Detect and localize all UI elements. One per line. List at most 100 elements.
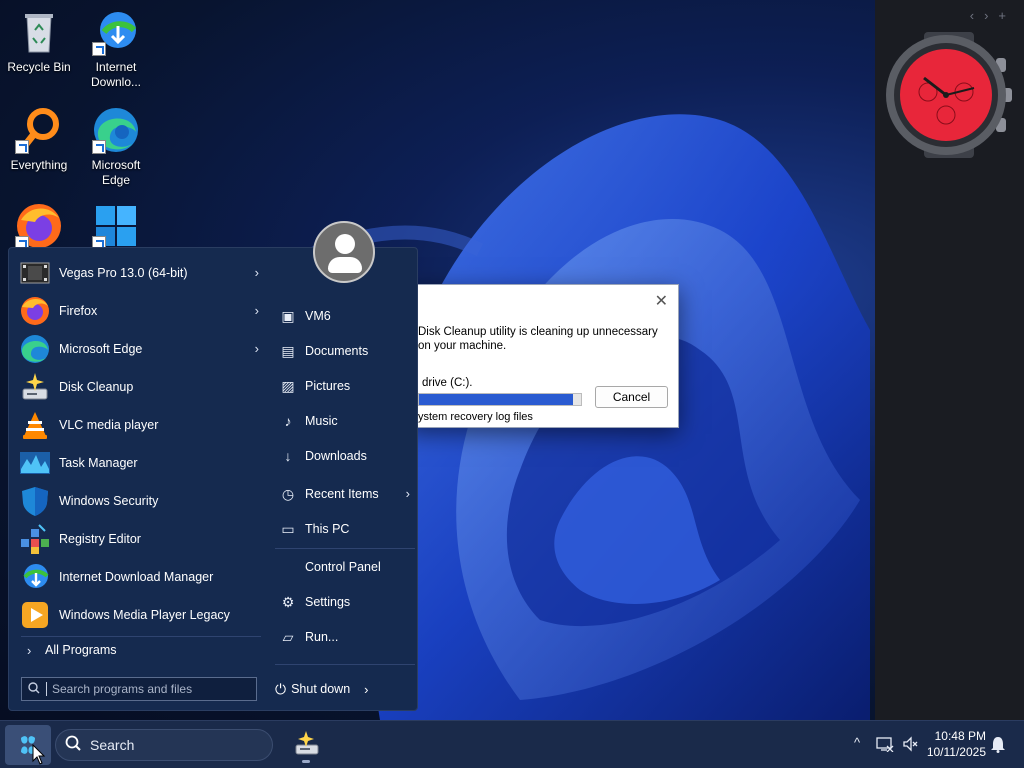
place-item-this-pc[interactable]: ▭ This PC bbox=[269, 514, 414, 544]
pinned-item-label: VLC media player bbox=[59, 418, 159, 432]
music-note-icon: ♪ bbox=[284, 413, 292, 429]
windows-logo-icon bbox=[92, 202, 140, 250]
all-programs-button[interactable]: › All Programs bbox=[17, 637, 267, 663]
run-icon: ▱ bbox=[282, 628, 294, 645]
user-folder-icon: ▣ bbox=[281, 307, 295, 324]
desktop-icon-label: Everything bbox=[10, 158, 68, 172]
shutdown-button[interactable]: ⏻ Shut down › bbox=[275, 676, 369, 702]
place-item-label: Recent Items bbox=[305, 487, 379, 501]
desktop-icon-recycle-bin[interactable]: Recycle Bin bbox=[1, 8, 77, 75]
pinned-item-windows-security[interactable]: Windows Security bbox=[17, 482, 267, 520]
pinned-item-firefox[interactable]: Firefox › bbox=[17, 292, 267, 330]
pinned-item-internet-download-manager[interactable]: Internet Download Manager bbox=[17, 558, 267, 596]
pinned-item-task-manager[interactable]: Task Manager bbox=[17, 444, 267, 482]
place-item-music[interactable]: ♪ Music bbox=[269, 406, 414, 436]
internet-download-manager-icon bbox=[92, 8, 140, 56]
taskbar-search[interactable]: Search bbox=[55, 729, 273, 761]
volume-muted-icon[interactable] bbox=[902, 736, 918, 755]
pinned-item-windows-media-player-legacy[interactable]: Windows Media Player Legacy bbox=[17, 596, 267, 634]
place-item-downloads[interactable]: ↓ Downloads bbox=[269, 441, 414, 471]
place-item-documents[interactable]: ▤ Documents bbox=[269, 336, 414, 366]
pinned-item-label: Windows Media Player Legacy bbox=[59, 608, 230, 622]
desktop-icon-microsoft-edge[interactable]: Microsoft Edge bbox=[78, 106, 154, 188]
desktop-icon-label: Internet Downlo... bbox=[90, 60, 142, 89]
dialog-message: Disk Cleanup utility is cleaning up unne… bbox=[418, 326, 658, 352]
pinned-item-registry-editor[interactable]: Registry Editor bbox=[17, 520, 267, 558]
download-arrow-icon: ↓ bbox=[284, 448, 292, 464]
place-item-label: This PC bbox=[305, 522, 350, 536]
place-item-recent-items[interactable]: ◷ Recent Items › bbox=[269, 479, 414, 509]
shutdown-label: Shut down bbox=[291, 682, 351, 696]
place-item-run[interactable]: ▱ Run... bbox=[269, 622, 414, 652]
next-icon[interactable]: › bbox=[984, 8, 998, 23]
mouse-cursor-icon bbox=[32, 744, 46, 765]
desktop-icon-label: Microsoft Edge bbox=[91, 158, 141, 187]
picture-icon: ▨ bbox=[281, 377, 295, 394]
add-icon[interactable]: + bbox=[998, 8, 1016, 23]
network-icon[interactable] bbox=[876, 736, 894, 755]
running-indicator bbox=[302, 760, 310, 763]
power-icon: ⏻ bbox=[275, 680, 287, 697]
internet-download-manager-icon bbox=[19, 561, 51, 593]
shortcut-arrow-icon bbox=[15, 140, 29, 154]
everything-search-icon bbox=[15, 106, 63, 154]
clock-icon: ◷ bbox=[281, 485, 295, 502]
shortcut-arrow-icon bbox=[92, 140, 106, 154]
pinned-item-microsoft-edge[interactable]: Microsoft Edge › bbox=[17, 330, 267, 368]
user-avatar[interactable] bbox=[313, 221, 375, 283]
pinned-item-label: Firefox bbox=[59, 304, 98, 318]
place-item-label: Run... bbox=[305, 630, 339, 644]
all-programs-label: All Programs bbox=[45, 643, 117, 657]
search-input[interactable] bbox=[46, 682, 256, 696]
cancel-button[interactable]: Cancel bbox=[595, 386, 668, 408]
pinned-item-label: Internet Download Manager bbox=[59, 570, 214, 584]
prev-icon[interactable]: ‹ bbox=[970, 8, 984, 23]
place-item-vm6[interactable]: ▣ VM6 bbox=[269, 301, 414, 331]
pinned-item-vlc-media-player[interactable]: VLC media player bbox=[17, 406, 267, 444]
chevron-right-icon[interactable]: › bbox=[364, 682, 368, 697]
registry-editor-icon bbox=[19, 523, 51, 555]
pinned-item-disk-cleanup[interactable]: Disk Cleanup bbox=[17, 368, 267, 406]
recycle-bin-icon bbox=[15, 8, 63, 56]
clock-time: 10:48 PM bbox=[934, 729, 986, 743]
disk-cleanup-icon bbox=[19, 371, 51, 403]
place-item-label: Pictures bbox=[305, 379, 351, 393]
taskbar-clock[interactable]: 10:48 PM 10/11/2025 bbox=[920, 728, 986, 760]
analog-watch-widget bbox=[884, 30, 1014, 160]
shortcut-arrow-icon bbox=[92, 42, 106, 56]
taskbar-disk-cleanup[interactable] bbox=[292, 729, 320, 763]
place-item-label: Documents bbox=[305, 344, 369, 358]
place-item-label: Music bbox=[305, 414, 338, 428]
chevron-right-icon[interactable]: › bbox=[406, 486, 410, 501]
task-manager-icon bbox=[19, 447, 51, 479]
desktop-icon-internet-download-manager[interactable]: Internet Downlo... bbox=[78, 8, 154, 90]
vegas-pro-icon bbox=[19, 257, 51, 289]
notification-bell-icon[interactable] bbox=[990, 736, 1006, 756]
pinned-item-vegas-pro-13-0-64-bit[interactable]: Vegas Pro 13.0 (64-bit) › bbox=[17, 254, 267, 292]
chevron-right-icon[interactable]: › bbox=[255, 265, 259, 280]
cleanup-status: ystem recovery log files bbox=[418, 411, 533, 423]
start-menu: Vegas Pro 13.0 (64-bit) › Firefox › Microsof… bbox=[8, 247, 418, 711]
drive-label: drive (C:). bbox=[422, 377, 473, 389]
place-item-pictures[interactable]: ▨ Pictures bbox=[269, 371, 414, 401]
place-item-settings[interactable]: ⚙ Settings bbox=[269, 587, 414, 617]
document-icon: ▤ bbox=[281, 342, 295, 359]
chevron-right-icon[interactable]: › bbox=[255, 341, 259, 356]
taskbar: Search ^ 10:48 PM 10/11/2025 bbox=[0, 720, 1024, 768]
dialog-titlebar[interactable]: ✕ bbox=[406, 285, 678, 317]
divider bbox=[275, 664, 415, 665]
desktop-icon-label: Recycle Bin bbox=[7, 60, 71, 74]
close-icon[interactable]: ✕ bbox=[655, 291, 668, 311]
avatar-head bbox=[335, 234, 355, 254]
start-search-box[interactable] bbox=[21, 677, 257, 701]
place-item-label: Control Panel bbox=[305, 560, 381, 574]
desktop-icon-everything[interactable]: Everything bbox=[1, 106, 77, 173]
search-icon bbox=[56, 735, 90, 756]
chevron-right-icon[interactable]: › bbox=[255, 303, 259, 318]
tray-chevron-icon[interactable]: ^ bbox=[854, 735, 860, 750]
place-item-control-panel[interactable]: Control Panel bbox=[269, 552, 414, 582]
pinned-item-label: Microsoft Edge bbox=[59, 342, 143, 356]
cleanup-progress-bar bbox=[418, 393, 582, 406]
chevron-right-icon: › bbox=[27, 642, 32, 658]
disk-cleanup-icon bbox=[295, 731, 319, 755]
